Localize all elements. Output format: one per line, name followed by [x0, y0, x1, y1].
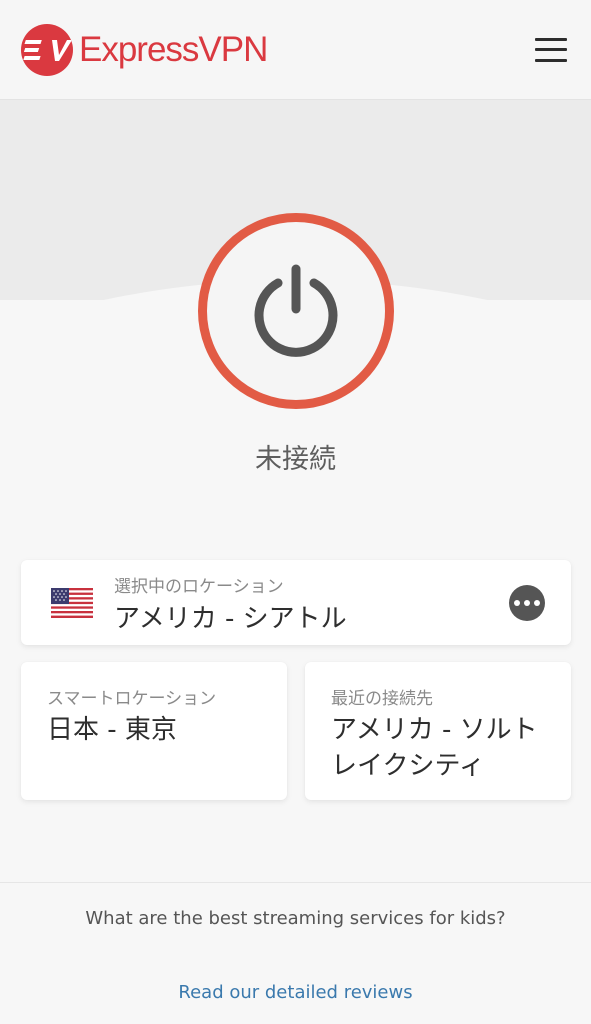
recent-connection-card[interactable]: 最近の接続先 アメリカ - ソルトレイクシティ — [305, 662, 571, 800]
smart-location-label: スマートロケーション — [47, 689, 217, 709]
recent-connection-value: アメリカ - ソルトレイクシティ — [331, 715, 538, 781]
us-flag-icon — [51, 588, 93, 618]
promo-footer: What are the best streaming services for… — [0, 882, 591, 1024]
smart-location-value: 日本 - 東京 — [47, 715, 177, 745]
menu-bar — [535, 37, 567, 41]
menu-bar — [535, 48, 567, 51]
power-icon — [254, 264, 338, 357]
expressvpn-app: ExpressVPN 未接続 選択中のロケーション アメリカ - シアトル スマ… — [0, 0, 591, 1024]
brand-logo[interactable]: ExpressVPN — [21, 23, 268, 76]
dot — [534, 600, 540, 606]
brand-name: ExpressVPN — [79, 29, 268, 69]
promo-question: What are the best streaming services for… — [85, 908, 506, 929]
dot — [514, 600, 520, 606]
menu-bar — [535, 58, 567, 62]
selected-location-label: 選択中のロケーション — [114, 577, 284, 597]
dot — [524, 600, 530, 606]
selected-location-value: アメリカ - シアトル — [114, 604, 347, 634]
app-header: ExpressVPN — [0, 0, 591, 100]
more-options-icon[interactable] — [509, 585, 545, 621]
power-button[interactable] — [198, 213, 394, 409]
recent-connection-label: 最近の接続先 — [331, 689, 433, 709]
selected-location-card[interactable]: 選択中のロケーション アメリカ - シアトル — [21, 560, 571, 645]
hamburger-menu-icon[interactable] — [535, 37, 567, 62]
expressvpn-logo-icon — [21, 23, 73, 76]
smart-location-card[interactable]: スマートロケーション 日本 - 東京 — [21, 662, 287, 800]
connection-status: 未接続 — [255, 444, 336, 475]
reviews-link[interactable]: Read our detailed reviews — [0, 982, 591, 1003]
